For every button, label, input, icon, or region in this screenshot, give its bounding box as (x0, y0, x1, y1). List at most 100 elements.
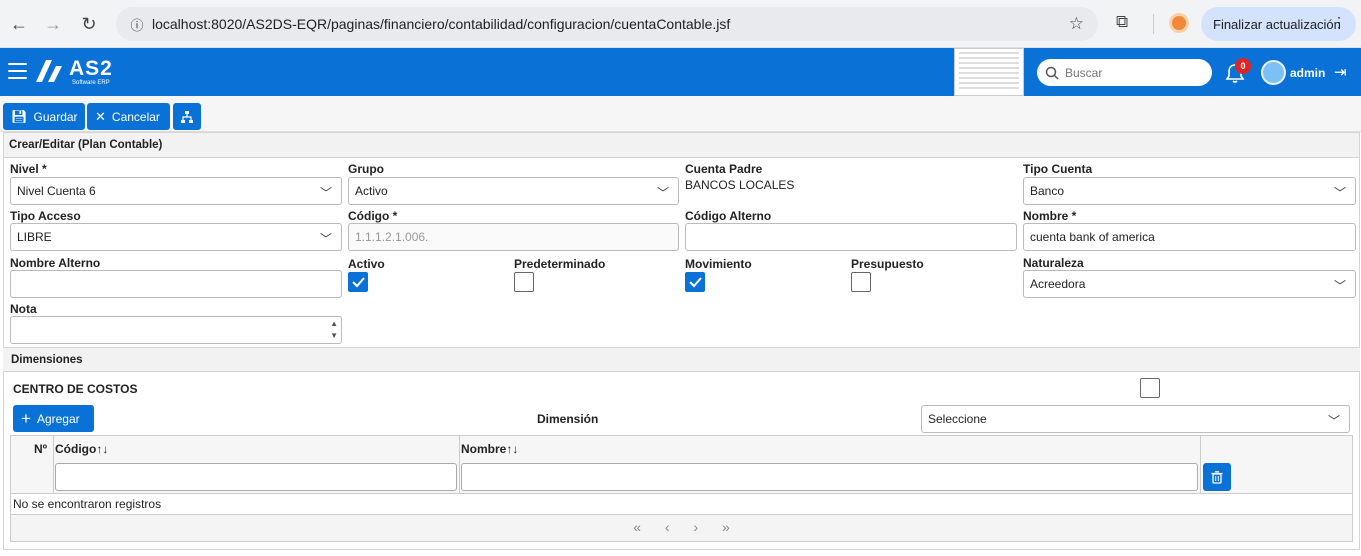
panel-title: Crear/Editar (Plan Contable) (4, 133, 1359, 158)
nombre-alterno-input[interactable] (10, 270, 342, 298)
browser-toolbar: ← → ↻ ⓘ localhost:8020/AS2DS-EQR/paginas… (0, 0, 1361, 48)
dimension-select[interactable]: Seleccione ﹀ (921, 405, 1350, 433)
add-button[interactable]: + Agregar (13, 405, 94, 432)
col-nombre-label: Nombre (461, 442, 507, 456)
dimensiones-header: Dimensiones (3, 347, 1360, 372)
clear-filter-button[interactable] (1203, 463, 1231, 491)
nota-label: Nota (10, 302, 37, 316)
nivel-label: Nivel * (10, 162, 47, 176)
next-page-icon[interactable]: › (693, 519, 698, 535)
codigo-filter-input[interactable] (55, 463, 457, 491)
empty-message: No se encontraron registros (11, 494, 1352, 515)
tipo-cuenta-label: Tipo Cuenta (1023, 162, 1093, 176)
cancel-button[interactable]: ✕ Cancelar (87, 103, 170, 130)
search-box[interactable] (1037, 59, 1212, 86)
dimension-label: Dimensión (537, 412, 599, 426)
table-header-row: Nº Código↑↓ Nombre↑↓ (11, 436, 1352, 494)
nota-textarea[interactable]: ▲ ▼ (10, 316, 342, 344)
back-icon[interactable]: ← (4, 9, 34, 39)
tipo-acceso-value: LIBRE (17, 230, 52, 244)
presupuesto-checkbox[interactable] (851, 272, 871, 292)
update-button[interactable]: Finalizar actualización ⋮ (1201, 7, 1356, 41)
naturaleza-select[interactable]: Acreedora ﹀ (1023, 270, 1356, 298)
col-codigo-header[interactable]: Código↑↓ (55, 442, 108, 456)
logo-subtitle: Software ERP (72, 80, 110, 86)
hierarchy-icon (181, 110, 193, 123)
movimiento-checkbox[interactable] (685, 272, 705, 292)
naturaleza-value: Acreedora (1030, 277, 1086, 291)
close-icon: ✕ (95, 108, 106, 124)
sort-icon[interactable]: ↑↓ (96, 442, 108, 456)
chevron-down-icon: ﹀ (656, 186, 669, 200)
predeterminado-checkbox[interactable] (514, 272, 534, 292)
nombre-value: cuenta bank of america (1030, 230, 1155, 244)
cancel-label: Cancelar (111, 109, 160, 124)
avatar[interactable] (1261, 60, 1286, 85)
extensions-icon[interactable]: ⧉ (1116, 12, 1128, 32)
checkmark-icon (352, 277, 365, 288)
logo-mark-icon (36, 60, 62, 82)
grupo-select[interactable]: Activo ﹀ (348, 177, 679, 205)
action-toolbar: 💾︎ Guardar ✕ Cancelar (0, 96, 1361, 132)
cuenta-padre-label: Cuenta Padre (685, 162, 763, 176)
preview-thumbnail[interactable] (954, 48, 1024, 96)
hierarchy-button[interactable] (173, 103, 201, 130)
codigo-label: Código * (348, 209, 398, 223)
url-text[interactable]: localhost:8020/AS2DS-EQR/paginas/financi… (152, 16, 730, 32)
col-nombre-header[interactable]: Nombre↑↓ (461, 442, 518, 456)
dimension-value: Seleccione (928, 412, 987, 426)
plus-icon: + (21, 408, 31, 428)
site-info-icon[interactable]: ⓘ (122, 15, 152, 34)
address-bar[interactable]: ⓘ localhost:8020/AS2DS-EQR/paginas/finan… (116, 7, 1098, 41)
tipo-acceso-select[interactable]: LIBRE ﹀ (10, 223, 342, 251)
toolbar-divider (1153, 14, 1154, 34)
save-label: Guardar (33, 109, 78, 124)
naturaleza-label: Naturaleza (1023, 256, 1084, 270)
checkmark-icon (689, 277, 702, 288)
nombre-label: Nombre * (1023, 209, 1077, 223)
logout-icon[interactable]: ⇥ (1334, 63, 1347, 81)
user-name[interactable]: admin (1290, 66, 1325, 80)
codigo-input[interactable]: 1.1.1.2.1.006. (348, 223, 679, 251)
tipo-acceso-label: Tipo Acceso (10, 209, 81, 223)
menu-dots-icon: ⋮ (1332, 14, 1346, 30)
tipo-cuenta-value: Banco (1030, 184, 1065, 198)
predeterminado-label: Predeterminado (514, 257, 606, 271)
forward-icon[interactable]: → (38, 9, 68, 39)
search-input[interactable] (1065, 65, 1195, 80)
centro-costos-label: CENTRO DE COSTOS (13, 382, 138, 396)
codigo-alterno-label: Código Alterno (685, 209, 772, 223)
cuenta-padre-value: BANCOS LOCALES (685, 178, 795, 192)
last-page-icon[interactable]: » (722, 519, 730, 535)
profile-icon[interactable] (1169, 13, 1189, 33)
prev-page-icon[interactable]: ‹ (665, 519, 670, 535)
dimensions-table: Nº Código↑↓ Nombre↑↓ No se encontraron r… (10, 435, 1353, 542)
search-icon (1045, 66, 1059, 80)
centro-costos-checkbox[interactable] (1140, 378, 1160, 398)
chevron-down-icon: ﹀ (1333, 186, 1346, 200)
tipo-cuenta-select[interactable]: Banco ﹀ (1023, 177, 1356, 205)
logo-text: AS2 (69, 57, 113, 80)
update-label: Finalizar actualización (1213, 16, 1341, 32)
first-page-icon[interactable]: « (633, 519, 641, 535)
nombre-filter-input[interactable] (461, 463, 1198, 491)
sort-icon[interactable]: ↑↓ (506, 442, 518, 456)
movimiento-label: Movimiento (685, 257, 752, 271)
chevron-down-icon: ﹀ (319, 186, 332, 200)
logo[interactable]: AS2 Software ERP (36, 56, 126, 88)
floppy-disk-icon: 💾︎ (11, 108, 28, 124)
activo-checkbox[interactable] (348, 272, 368, 292)
nivel-value: Nivel Cuenta 6 (17, 184, 96, 198)
save-button[interactable]: 💾︎ Guardar (3, 103, 85, 130)
nivel-select[interactable]: Nivel Cuenta 6 ﹀ (10, 177, 342, 205)
bookmark-star-icon[interactable]: ☆ (1069, 14, 1084, 34)
presupuesto-label: Presupuesto (851, 257, 924, 271)
chevron-down-icon: ﹀ (319, 232, 332, 246)
paginator: « ‹ › » (11, 515, 1352, 541)
reload-icon[interactable]: ↻ (74, 9, 104, 39)
codigo-value: 1.1.1.2.1.006. (355, 230, 429, 244)
hamburger-menu-icon[interactable] (8, 63, 27, 79)
nombre-input[interactable]: cuenta bank of america (1023, 223, 1356, 251)
spinner-arrows-icon[interactable]: ▲ ▼ (330, 318, 338, 342)
codigo-alterno-input[interactable] (685, 223, 1017, 251)
